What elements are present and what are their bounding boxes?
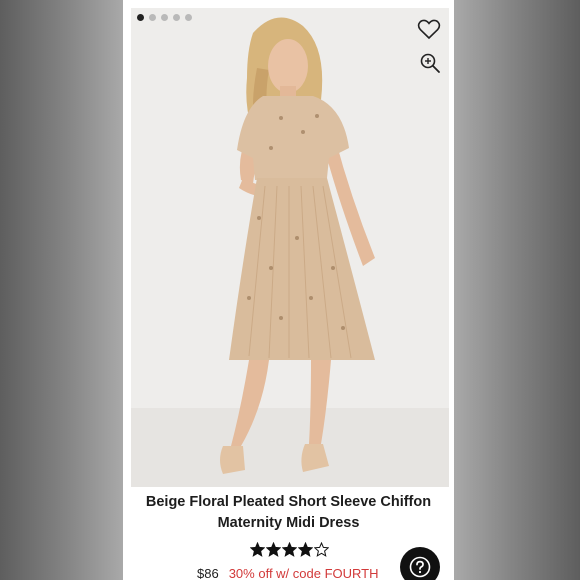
gallery-dot[interactable] bbox=[149, 14, 156, 21]
price: $86 bbox=[197, 566, 219, 580]
help-button[interactable] bbox=[400, 547, 440, 580]
gallery-dot[interactable] bbox=[161, 14, 168, 21]
product-page: Beige Floral Pleated Short Sleeve Chiffo… bbox=[123, 0, 454, 580]
star-filled-icon bbox=[298, 542, 313, 557]
question-mark-icon bbox=[409, 556, 431, 578]
price-row: $86 30% off w/ code FOURTH bbox=[197, 566, 379, 580]
star-empty-icon bbox=[314, 542, 329, 557]
gallery-dot[interactable] bbox=[137, 14, 144, 21]
product-title-line-1: Beige Floral Pleated Short Sleeve Chiffo… bbox=[145, 494, 432, 510]
promo-text: 30% off w/ code FOURTH bbox=[228, 566, 379, 580]
rating-stars[interactable] bbox=[250, 542, 329, 557]
product-title-line-2: Maternity Midi Dress bbox=[217, 515, 360, 531]
background-left-blur bbox=[0, 0, 123, 580]
model-photo-illustration bbox=[131, 8, 449, 487]
star-filled-icon bbox=[250, 542, 265, 557]
background-right-blur bbox=[454, 0, 580, 580]
gallery-dot[interactable] bbox=[185, 14, 192, 21]
product-image[interactable] bbox=[131, 8, 449, 487]
star-filled-icon bbox=[282, 542, 297, 557]
product-title[interactable]: Beige Floral Pleated Short Sleeve Chiffo… bbox=[123, 492, 454, 534]
heart-icon[interactable] bbox=[417, 18, 441, 40]
star-filled-icon bbox=[266, 542, 281, 557]
zoom-in-icon[interactable] bbox=[419, 52, 441, 74]
gallery-dot[interactable] bbox=[173, 14, 180, 21]
gallery-dots bbox=[137, 14, 192, 21]
